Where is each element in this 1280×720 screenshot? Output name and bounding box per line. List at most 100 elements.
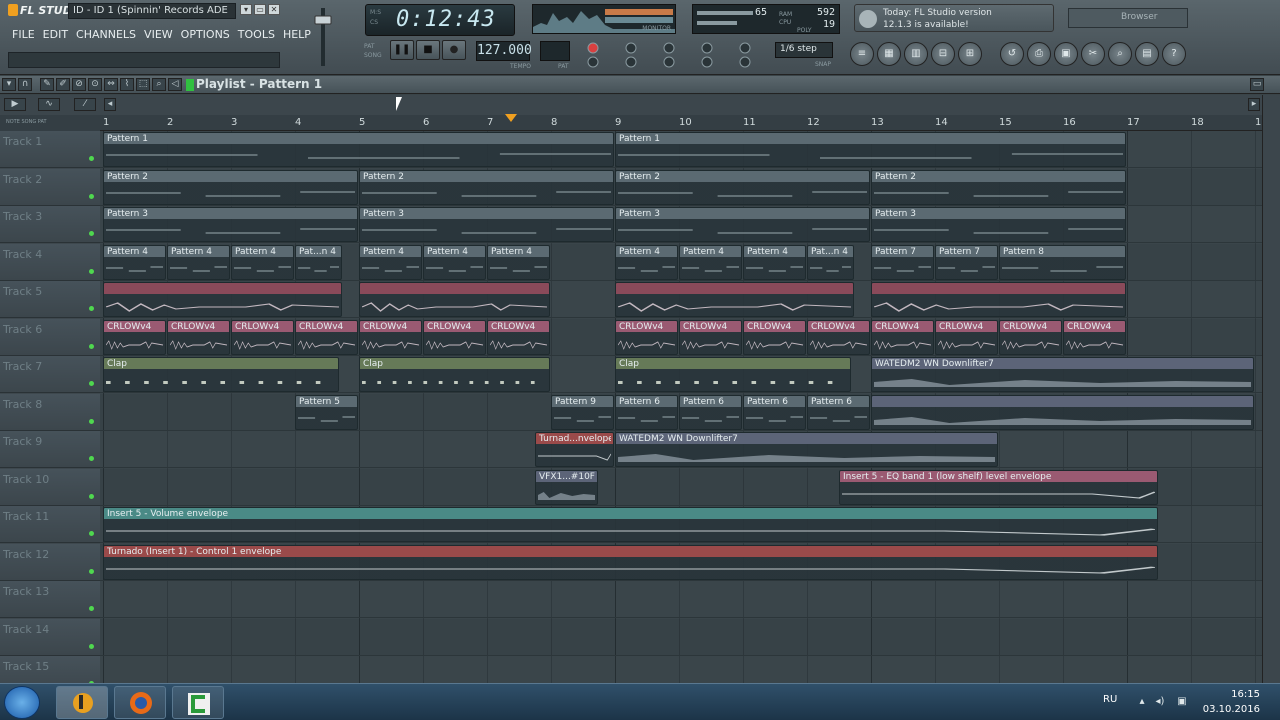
zoom-tool-icon[interactable]: ⌕ bbox=[152, 78, 166, 91]
playlist-clip[interactable]: Pattern 2 bbox=[103, 169, 358, 205]
minimize-button[interactable]: ▾ bbox=[240, 4, 252, 15]
playlist-clip[interactable]: Pattern 4 bbox=[743, 244, 806, 280]
piano-roll-button[interactable]: ▦ bbox=[877, 42, 901, 66]
track-lane[interactable] bbox=[100, 581, 1262, 618]
track-header[interactable]: Track 12 bbox=[0, 543, 100, 581]
stop-button[interactable]: ■ bbox=[416, 40, 440, 60]
news-panel[interactable]: Today: FL Studio version 12.1.3 is avail… bbox=[854, 4, 1054, 32]
network-icon[interactable]: ▣ bbox=[1176, 696, 1188, 708]
track-header[interactable]: Track 6 bbox=[0, 318, 100, 356]
playlist-clip[interactable]: CRLOWv4 bbox=[871, 319, 934, 355]
playlist-clip[interactable]: CRLOWv4 bbox=[679, 319, 742, 355]
playlist-clip[interactable] bbox=[103, 282, 342, 317]
playlist-clip[interactable]: CRLOWv4 bbox=[423, 319, 486, 355]
taskbar-camtasia[interactable] bbox=[172, 686, 224, 719]
playlist-clip[interactable]: Pattern 3 bbox=[359, 207, 614, 242]
time-ruler[interactable]: 12345678910111213141516171819 bbox=[100, 115, 1268, 131]
playlist-clip[interactable] bbox=[615, 282, 854, 317]
playlist-title[interactable]: Playlist - Pattern 1 bbox=[196, 77, 322, 91]
window-restore-icon[interactable]: ▭ bbox=[1250, 78, 1264, 91]
playlist-clip[interactable]: Turnado (Insert 1) - Control 1 envelope bbox=[103, 544, 1158, 580]
playlist-clip[interactable]: CRLOWv4 bbox=[999, 319, 1062, 355]
track-header[interactable]: Track 4 bbox=[0, 243, 100, 281]
record-button[interactable]: ● bbox=[442, 40, 466, 60]
playlist-clip[interactable]: Insert 5 - Volume envelope bbox=[103, 507, 1158, 542]
playlist-clip[interactable]: Pattern 4 bbox=[231, 244, 294, 280]
track-mute-led[interactable] bbox=[89, 493, 94, 499]
menu-edit[interactable]: EDIT bbox=[39, 26, 72, 44]
playlist-clip[interactable]: CRLOWv4 bbox=[359, 319, 422, 355]
playlist-clip[interactable]: Pattern 4 bbox=[487, 244, 550, 280]
playlist-clip[interactable]: Pattern 2 bbox=[615, 169, 870, 205]
track-header[interactable]: Track 13 bbox=[0, 581, 100, 618]
track-mute-led[interactable] bbox=[89, 343, 94, 349]
playhead-marker[interactable] bbox=[505, 114, 517, 122]
track-mute-led[interactable] bbox=[89, 456, 94, 461]
playlist-clip[interactable]: CRLOWv4 bbox=[807, 319, 870, 355]
track-mute-led[interactable] bbox=[89, 193, 94, 199]
playlist-clip[interactable]: Pattern 7 bbox=[935, 244, 998, 280]
playlist-clip[interactable]: Pattern 4 bbox=[423, 244, 486, 280]
menu-options[interactable]: OPTIONS bbox=[177, 26, 234, 44]
draw-tool-icon[interactable]: ✎ bbox=[40, 78, 54, 91]
sheet-icon[interactable]: ▤ bbox=[1135, 42, 1159, 66]
playlist-clip[interactable]: Pat...n 4 bbox=[807, 244, 854, 280]
scroll-right-icon[interactable]: ▸ bbox=[1248, 98, 1260, 111]
playlist-clip[interactable]: Insert 5 - EQ band 1 (low shelf) level e… bbox=[839, 469, 1158, 505]
playlist-clip[interactable]: CRLOWv4 bbox=[231, 319, 294, 355]
track-mute-led[interactable] bbox=[89, 531, 94, 536]
undo-icon[interactable]: ↺ bbox=[1000, 42, 1024, 66]
track-header[interactable]: Track 8 bbox=[0, 393, 100, 431]
playlist-clip[interactable]: Pattern 4 bbox=[679, 244, 742, 280]
playlist-clip[interactable]: VFX1...#10FC bbox=[535, 469, 598, 505]
playlist-clip[interactable]: Pattern 4 bbox=[615, 244, 678, 280]
tray-up-icon[interactable]: ▴ bbox=[1136, 696, 1148, 708]
track-header[interactable]: Track 11 bbox=[0, 506, 100, 543]
menu-channels[interactable]: CHANNELS bbox=[72, 26, 140, 44]
playlist-clip[interactable]: Pattern 9 bbox=[551, 394, 614, 430]
playlist-clip[interactable]: CRLOWv4 bbox=[167, 319, 230, 355]
clock-date[interactable]: 03.10.2016 bbox=[1203, 704, 1260, 715]
channel-rack-button[interactable]: ▥ bbox=[904, 42, 928, 66]
mode-song-label[interactable]: SONG bbox=[364, 52, 382, 59]
playlist-clip[interactable]: CRLOWv4 bbox=[615, 319, 678, 355]
playlist-clip[interactable]: Pattern 5 bbox=[295, 394, 358, 430]
taskbar-fl-studio[interactable] bbox=[56, 686, 108, 719]
browser-toggle[interactable]: Browser bbox=[1068, 8, 1188, 28]
clock-time[interactable]: 16:15 bbox=[1231, 689, 1260, 700]
track-mute-led[interactable] bbox=[89, 268, 94, 274]
delete-tool-icon[interactable]: ⊘ bbox=[72, 78, 86, 91]
oscilloscope[interactable]: MONITOR bbox=[532, 4, 676, 34]
track-header[interactable]: Track 5 bbox=[0, 281, 100, 318]
playlist-clip[interactable]: Pattern 3 bbox=[615, 207, 870, 242]
render-icon[interactable]: ▣ bbox=[1054, 42, 1078, 66]
menu-view[interactable]: VIEW bbox=[140, 26, 177, 44]
save-icon[interactable]: ⎙ bbox=[1027, 42, 1051, 66]
maximize-button[interactable]: ▭ bbox=[254, 4, 266, 15]
playlist-clip[interactable]: Pattern 4 bbox=[167, 244, 230, 280]
playlist-clip[interactable]: Pattern 3 bbox=[871, 207, 1126, 242]
track-mute-led[interactable] bbox=[89, 306, 94, 311]
select-tool-icon[interactable]: ⬚ bbox=[136, 78, 150, 91]
track-header[interactable]: Track 7 bbox=[0, 356, 100, 393]
track-mute-led[interactable] bbox=[89, 381, 94, 386]
scroll-left-icon[interactable]: ◂ bbox=[104, 98, 116, 111]
track-header[interactable]: Track 2 bbox=[0, 168, 100, 206]
taskbar-firefox[interactable] bbox=[114, 686, 166, 719]
playlist-clip[interactable]: Pattern 2 bbox=[359, 169, 614, 205]
help-icon[interactable]: ? bbox=[1162, 42, 1186, 66]
automation-view-icon[interactable]: ⁄ bbox=[74, 98, 96, 111]
playlist-clip[interactable]: Pat...n 4 bbox=[295, 244, 342, 280]
playlist-clip[interactable]: Clap bbox=[103, 357, 339, 392]
pattern-selector[interactable] bbox=[540, 41, 570, 61]
track-header[interactable]: Track 14 bbox=[0, 618, 100, 656]
volume-icon[interactable]: ◂) bbox=[1154, 696, 1166, 708]
song-time-display[interactable]: M:S CS 0:12:43 bbox=[365, 4, 515, 36]
playlist-clip[interactable]: Pattern 8 bbox=[999, 244, 1126, 280]
playback-tool-icon[interactable]: ◁ bbox=[168, 78, 182, 91]
playlist-clip[interactable]: CRLOWv4 bbox=[743, 319, 806, 355]
language-indicator[interactable]: RU bbox=[1103, 694, 1117, 705]
playlist-button[interactable]: ≡ bbox=[850, 42, 874, 66]
menu-file[interactable]: FILE bbox=[8, 26, 39, 44]
playlist-clip[interactable]: CRLOWv4 bbox=[103, 319, 166, 355]
